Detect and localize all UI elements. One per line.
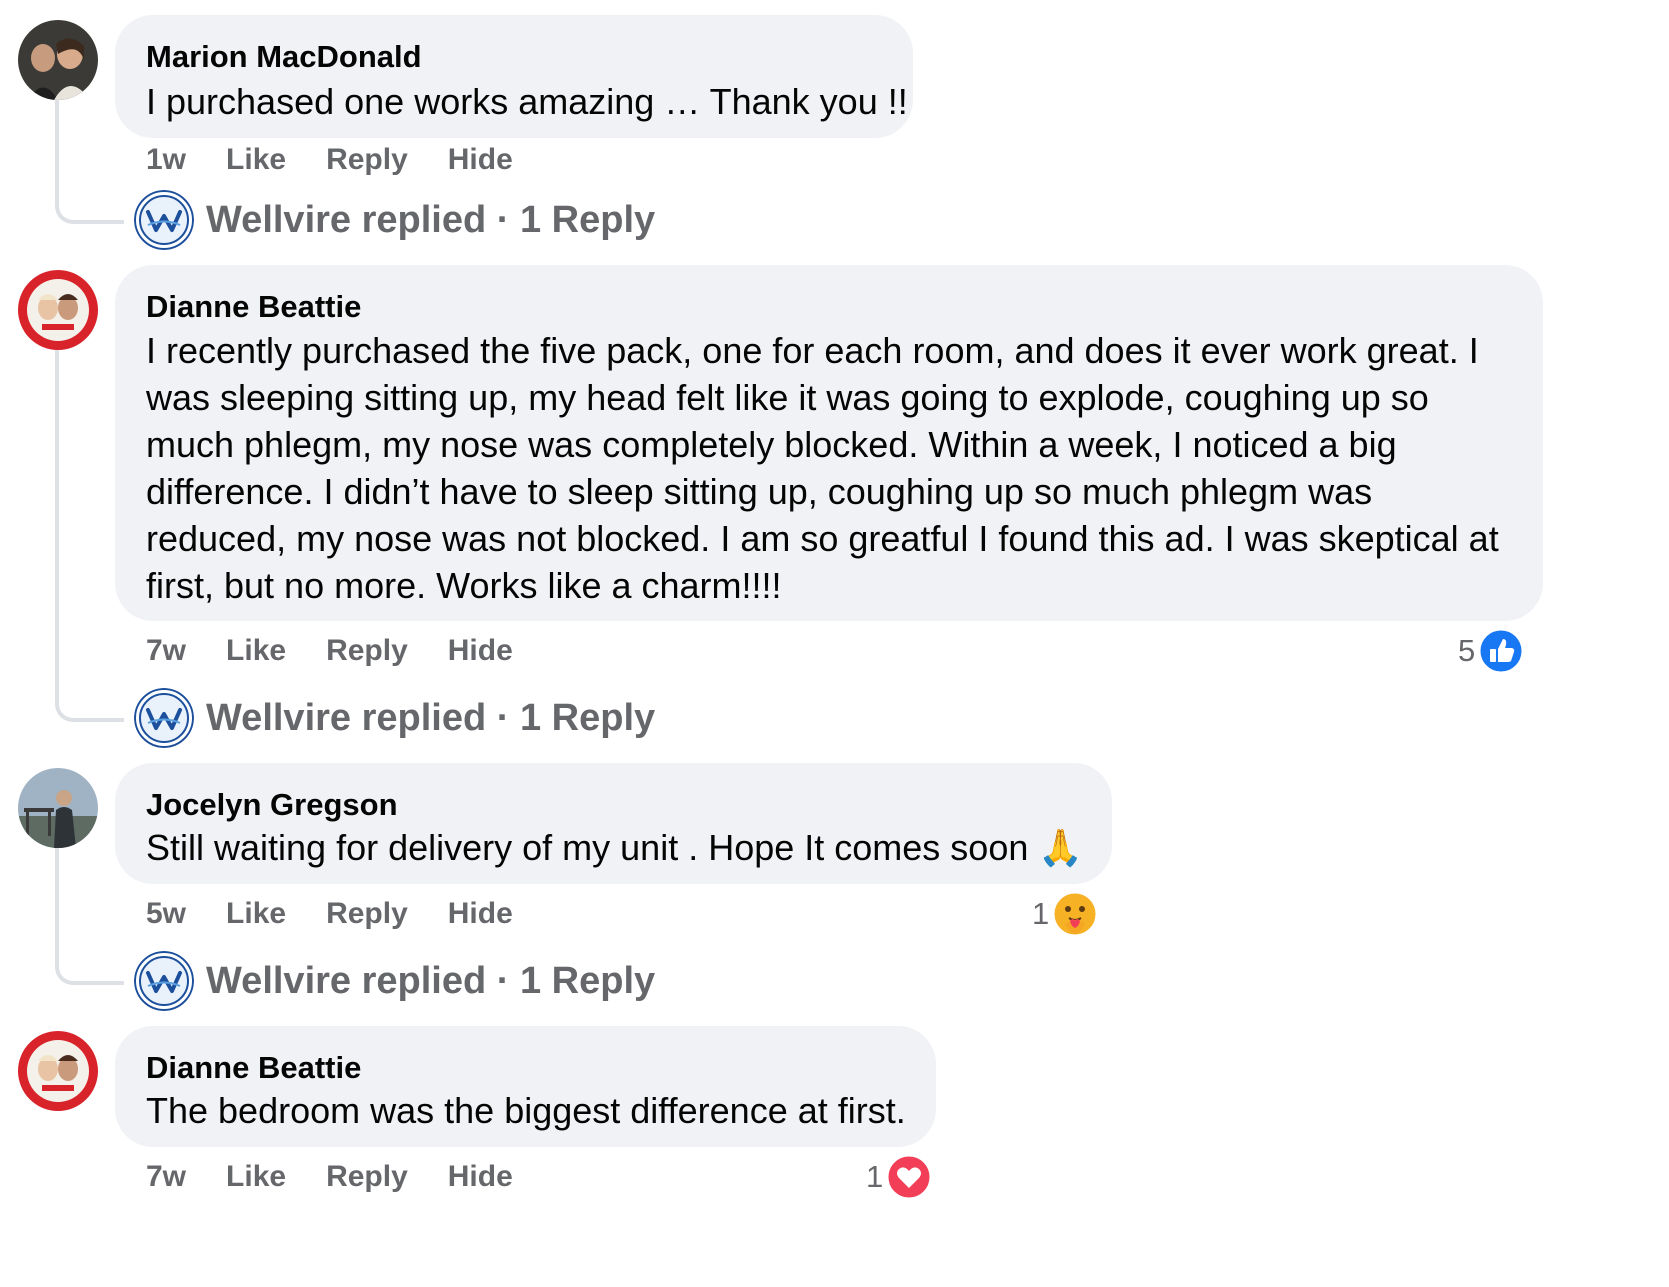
thread-connector <box>55 848 124 985</box>
reaction-count: 5 <box>1458 633 1476 668</box>
view-replies-link[interactable]: Wellvire replied · 1 Reply <box>134 188 655 252</box>
avatar[interactable] <box>18 270 98 350</box>
wellvire-logo-icon <box>134 688 194 748</box>
comment-text-line: was sleeping sitting up, my head felt li… <box>146 377 1429 418</box>
thread-connector <box>55 100 124 224</box>
comment-timestamp[interactable]: 1w <box>146 140 186 180</box>
comment-bubble: Dianne Beattie The bedroom was the bigge… <box>115 1026 936 1147</box>
hide-button[interactable]: Hide <box>448 631 513 671</box>
comment-bubble: Dianne Beattie I recently purchased the … <box>115 265 1543 621</box>
avatar[interactable] <box>18 768 98 848</box>
reaction-summary[interactable]: 1 <box>1032 890 1099 938</box>
comment-text-line: much phlegm, my nose was completely bloc… <box>146 424 1397 465</box>
comment-actions: 7w Like Reply Hide <box>146 631 553 671</box>
comment-author[interactable]: Marion MacDonald <box>146 37 881 77</box>
avatar[interactable] <box>18 1031 98 1111</box>
comment-actions: 5w Like Reply Hide <box>146 894 553 934</box>
hide-button[interactable]: Hide <box>448 140 513 180</box>
comment-text: Still waiting for delivery of my unit . … <box>146 827 1084 868</box>
comment-text: The bedroom was the biggest difference a… <box>146 1090 906 1131</box>
comment-text-line: reduced, my nose was not blocked. I am s… <box>146 518 1499 559</box>
reply-button[interactable]: Reply <box>326 140 408 180</box>
reaction-count: 1 <box>866 1159 884 1194</box>
comment-text-line: first, but no more. Works like a charm!!… <box>146 565 782 606</box>
reaction-count: 1 <box>1032 896 1050 931</box>
replied-text[interactable]: Wellvire replied · 1 Reply <box>206 199 655 242</box>
avatar[interactable] <box>18 20 98 100</box>
reaction-summary[interactable]: 1 <box>866 1153 933 1201</box>
like-button[interactable]: Like <box>226 140 286 180</box>
care-icon <box>1051 890 1099 938</box>
comment-text: I purchased one works amazing … Thank yo… <box>146 81 908 122</box>
comment-bubble: Jocelyn Gregson Still waiting for delive… <box>115 763 1112 884</box>
comment-timestamp[interactable]: 7w <box>146 1157 186 1197</box>
like-button[interactable]: Like <box>226 631 286 671</box>
view-replies-link[interactable]: Wellvire replied · 1 Reply <box>134 686 655 750</box>
reply-button[interactable]: Reply <box>326 1157 408 1197</box>
like-button[interactable]: Like <box>226 894 286 934</box>
view-replies-link[interactable]: Wellvire replied · 1 Reply <box>134 949 655 1013</box>
thread-connector <box>55 350 124 722</box>
wellvire-logo-icon <box>134 190 194 250</box>
wellvire-logo-icon <box>134 951 194 1011</box>
replied-text[interactable]: Wellvire replied · 1 Reply <box>206 697 655 740</box>
comment-author[interactable]: Dianne Beattie <box>146 1048 904 1088</box>
hide-button[interactable]: Hide <box>448 894 513 934</box>
comment-bubble: Marion MacDonald I purchased one works a… <box>115 15 913 138</box>
hide-button[interactable]: Hide <box>448 1157 513 1197</box>
replied-text[interactable]: Wellvire replied · 1 Reply <box>206 960 655 1003</box>
reply-button[interactable]: Reply <box>326 631 408 671</box>
comment-timestamp[interactable]: 5w <box>146 894 186 934</box>
comment-actions: 7w Like Reply Hide <box>146 1157 553 1197</box>
like-icon <box>1477 627 1525 675</box>
comment-author[interactable]: Dianne Beattie <box>146 287 1511 327</box>
comment-text-line: I recently purchased the five pack, one … <box>146 330 1479 371</box>
reaction-summary[interactable]: 5 <box>1458 627 1525 675</box>
comment-timestamp[interactable]: 7w <box>146 631 186 671</box>
like-button[interactable]: Like <box>226 1157 286 1197</box>
comment-text-line: difference. I didn’t have to sleep sitti… <box>146 471 1373 512</box>
comment-actions: 1w Like Reply Hide <box>146 140 553 180</box>
comment-author[interactable]: Jocelyn Gregson <box>146 785 1080 825</box>
reply-button[interactable]: Reply <box>326 894 408 934</box>
love-icon <box>885 1153 933 1201</box>
